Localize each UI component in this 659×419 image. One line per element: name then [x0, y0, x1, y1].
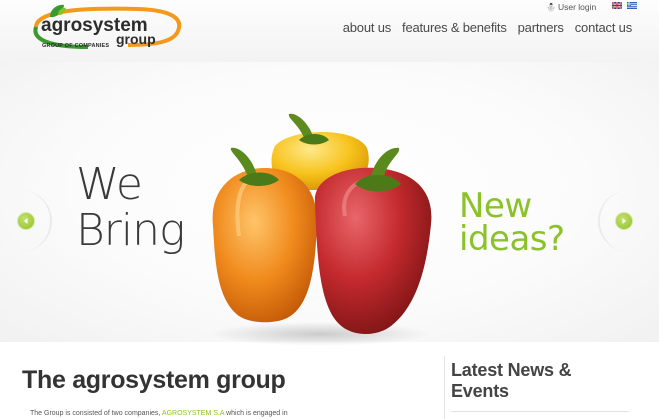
nav-features-benefits[interactable]: features & benefits: [402, 20, 507, 35]
agrosystem-sa-link[interactable]: AGROSYSTEM S.A: [162, 410, 224, 417]
peppers-image: [210, 113, 432, 346]
hero-headline-left: We Bring: [76, 159, 185, 256]
greek-flag-icon[interactable]: [627, 2, 637, 9]
intro-paragraph: The Group is consisted of two companies,…: [30, 410, 288, 417]
latest-news-heading: Latest News & Events: [451, 360, 572, 401]
hero-word-bring: Bring: [76, 205, 185, 256]
nav-about-us[interactable]: about us: [343, 20, 391, 35]
nav-contact-us[interactable]: contact us: [575, 20, 632, 35]
main-nav: about us features & benefits partners co…: [343, 20, 632, 35]
slider-next-button[interactable]: [615, 212, 633, 230]
chevron-left-icon: [24, 218, 28, 224]
intro-text-end: which is engaged in: [224, 410, 288, 417]
news-divider: [451, 411, 629, 412]
user-login-label: User login: [557, 2, 597, 12]
hero-slider: We Bring New ideas?: [0, 62, 659, 346]
chevron-right-icon: [622, 218, 626, 224]
site-logo[interactable]: agrosystem group GROUP OF COMPANIES: [28, 3, 183, 53]
logo-word-group: group: [116, 31, 156, 47]
hero-headline-right: New ideas?: [459, 189, 565, 259]
intro-text-start: The Group is consisted of two companies,: [30, 410, 162, 417]
page-title: The agrosystem group: [22, 366, 286, 394]
slider-prev-button[interactable]: [17, 212, 35, 230]
logo-tagline: GROUP OF COMPANIES: [42, 43, 110, 49]
language-switcher: [612, 2, 637, 9]
hero-word-we: We: [76, 159, 143, 210]
hero-word-ideas: ideas?: [459, 219, 565, 259]
site-header: agrosystem group GROUP OF COMPANIES ⛄ Us…: [0, 0, 659, 62]
news-sidebar: Latest News & Events: [444, 356, 629, 419]
nav-partners[interactable]: partners: [518, 20, 564, 35]
user-icon: ⛄: [546, 2, 556, 12]
user-login-link[interactable]: ⛄ User login: [546, 2, 596, 12]
uk-flag-icon[interactable]: [612, 2, 622, 9]
